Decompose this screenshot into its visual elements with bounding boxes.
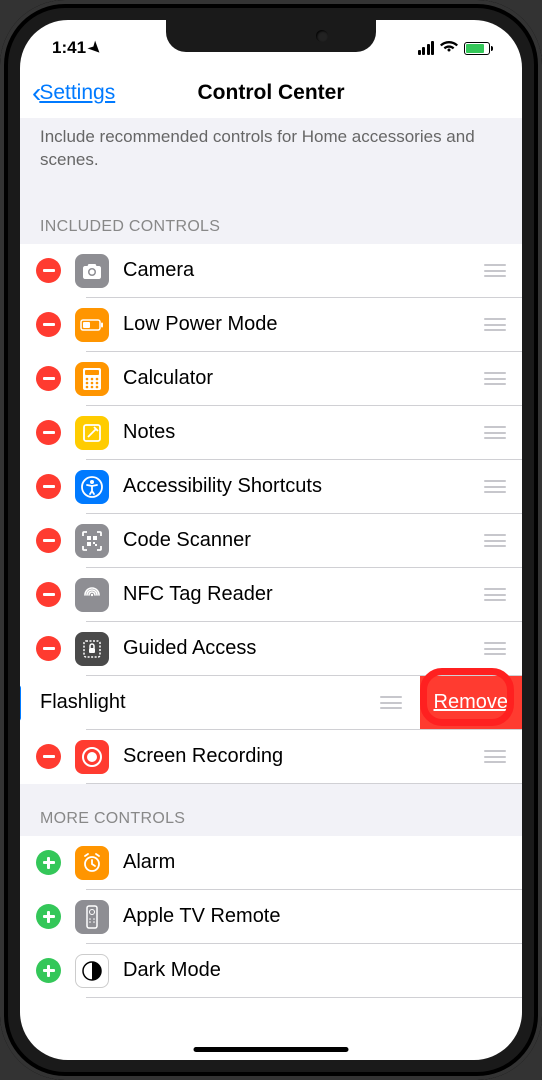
drag-handle[interactable] (484, 264, 506, 277)
add-button[interactable] (36, 904, 61, 929)
row-calculator[interactable]: Calculator (20, 352, 522, 406)
status-time-area: 1:41 ➤ (52, 38, 102, 58)
row-label: NFC Tag Reader (123, 583, 484, 606)
row-label: Notes (123, 421, 484, 444)
more-list: Alarm Apple TV Remote Dark Mode (20, 836, 522, 998)
row-label: Accessibility Shortcuts (123, 475, 484, 498)
row-label: Guided Access (123, 637, 484, 660)
row-label: Flashlight (40, 691, 380, 714)
remove-button[interactable] (36, 420, 61, 445)
row-camera[interactable]: Camera (20, 244, 522, 298)
cellular-signal-icon (418, 41, 435, 55)
row-notes[interactable]: Notes (20, 406, 522, 460)
drag-handle[interactable] (484, 642, 506, 655)
status-indicators (418, 39, 491, 58)
status-time: 1:41 (52, 38, 86, 58)
drag-handle[interactable] (484, 750, 506, 763)
nfc-icon (75, 578, 109, 612)
drag-handle[interactable] (380, 696, 402, 709)
row-label: Camera (123, 259, 484, 282)
row-appletv[interactable]: Apple TV Remote (20, 890, 522, 944)
remove-button[interactable] (36, 636, 61, 661)
row-guided[interactable]: Guided Access (20, 622, 522, 676)
remove-button[interactable] (36, 366, 61, 391)
included-list: Camera Low Power Mode Calcul (20, 244, 522, 784)
row-alarm[interactable]: Alarm (20, 836, 522, 890)
row-nfc[interactable]: NFC Tag Reader (20, 568, 522, 622)
remove-button[interactable] (36, 474, 61, 499)
row-darkmode[interactable]: Dark Mode (20, 944, 522, 998)
drag-handle[interactable] (484, 426, 506, 439)
row-label: Apple TV Remote (123, 905, 506, 928)
codescanner-icon (75, 524, 109, 558)
nav-bar: ‹ Settings Control Center (20, 68, 522, 118)
guided-icon (75, 632, 109, 666)
row-lowpower[interactable]: Low Power Mode (20, 298, 522, 352)
content-area: ‹ Settings Control Center Include recomm… (20, 68, 522, 1060)
wifi-icon (440, 39, 458, 58)
section-description: Include recommended controls for Home ac… (20, 118, 522, 186)
drag-handle[interactable] (484, 318, 506, 331)
lowpower-icon (75, 308, 109, 342)
home-indicator[interactable] (194, 1047, 349, 1052)
selection-indicator (20, 685, 21, 721)
row-accessibility[interactable]: Accessibility Shortcuts (20, 460, 522, 514)
remove-confirm-button[interactable]: Remove (420, 676, 522, 730)
drag-handle[interactable] (484, 480, 506, 493)
back-button[interactable]: ‹ Settings (32, 77, 115, 109)
alarm-icon (75, 846, 109, 880)
back-label: Settings (39, 81, 115, 105)
included-header: INCLUDED CONTROLS (20, 186, 522, 244)
remove-button[interactable] (36, 258, 61, 283)
notes-icon (75, 416, 109, 450)
page-title: Control Center (198, 81, 345, 105)
screen: 1:41 ➤ ‹ Settings Control Center (20, 20, 522, 1060)
add-button[interactable] (36, 850, 61, 875)
add-button[interactable] (36, 958, 61, 983)
drag-handle[interactable] (484, 588, 506, 601)
row-label: Code Scanner (123, 529, 484, 552)
phone-frame: 1:41 ➤ ‹ Settings Control Center (0, 0, 542, 1080)
remove-button[interactable] (36, 528, 61, 553)
row-label: Dark Mode (123, 959, 506, 982)
remove-button[interactable] (36, 744, 61, 769)
calculator-icon (75, 362, 109, 396)
darkmode-icon (75, 954, 109, 988)
row-label: Screen Recording (123, 745, 484, 768)
row-flashlight[interactable]: Flashlight Remove (20, 676, 522, 730)
row-codescanner[interactable]: Code Scanner (20, 514, 522, 568)
drag-handle[interactable] (484, 372, 506, 385)
row-label: Low Power Mode (123, 313, 484, 336)
row-label: Calculator (123, 367, 484, 390)
remove-button[interactable] (36, 312, 61, 337)
row-screenrec[interactable]: Screen Recording (20, 730, 522, 784)
camera-icon (75, 254, 109, 288)
screenrec-icon (75, 740, 109, 774)
remove-button[interactable] (36, 582, 61, 607)
row-label: Alarm (123, 851, 506, 874)
more-header: MORE CONTROLS (20, 784, 522, 836)
location-icon: ➤ (85, 37, 107, 59)
battery-icon (464, 42, 490, 55)
notch (166, 20, 376, 52)
drag-handle[interactable] (484, 534, 506, 547)
accessibility-icon (75, 470, 109, 504)
appletv-icon (75, 900, 109, 934)
